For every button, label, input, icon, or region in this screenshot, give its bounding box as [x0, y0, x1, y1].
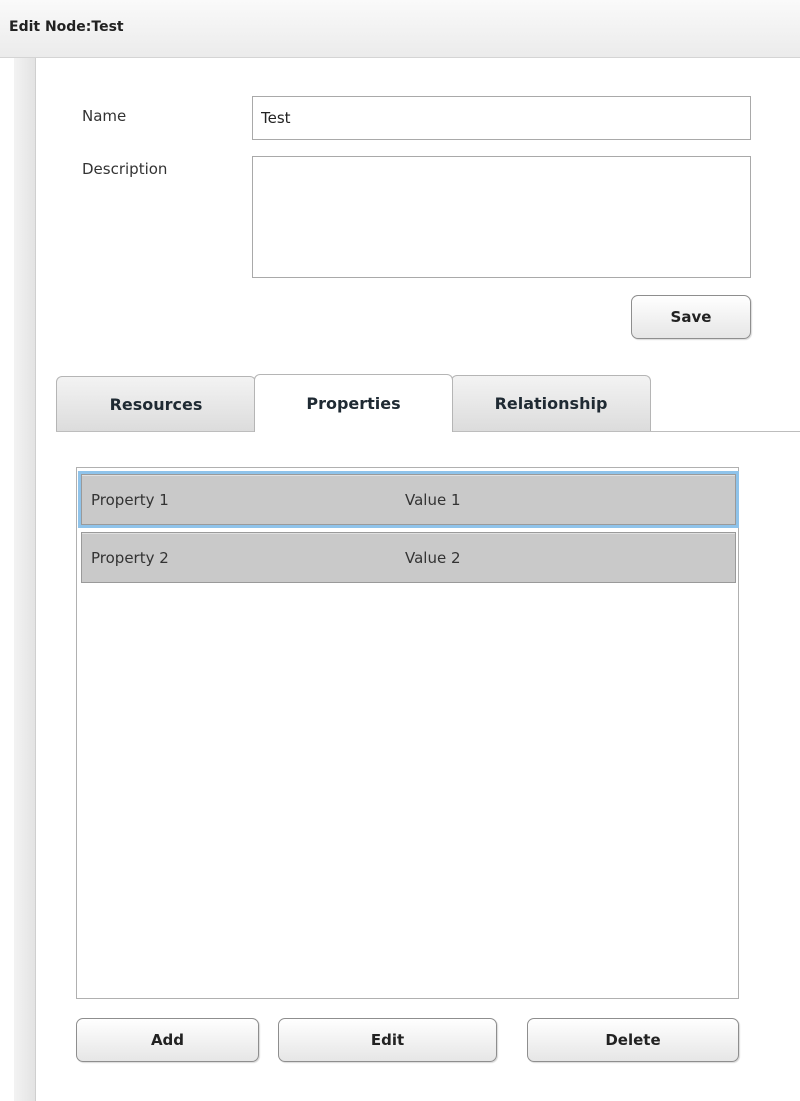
tab-properties[interactable]: Properties [254, 374, 453, 432]
property-value: Value 2 [405, 549, 461, 567]
property-name: Property 1 [91, 491, 169, 509]
description-label: Description [82, 160, 168, 178]
delete-button[interactable]: Delete [527, 1018, 739, 1062]
property-row[interactable]: Property 2 Value 2 [81, 532, 736, 583]
properties-list[interactable]: Property 1 Value 1 Property 2 Value 2 [76, 467, 739, 999]
add-button[interactable]: Add [76, 1018, 259, 1062]
window-titlebar: Edit Node:Test [0, 0, 800, 58]
edit-button[interactable]: Edit [278, 1018, 497, 1062]
window-title: Edit Node:Test [9, 19, 124, 35]
tab-relationship[interactable]: Relationship [451, 375, 651, 431]
left-panel-rule [14, 58, 36, 1101]
property-value: Value 1 [405, 491, 461, 509]
name-input[interactable] [252, 96, 751, 140]
description-input[interactable] [252, 156, 751, 278]
edit-node-window: Edit Node:Test Name Description Save Res… [0, 0, 800, 1101]
property-row[interactable]: Property 1 Value 1 [78, 471, 739, 528]
tab-resources[interactable]: Resources [56, 376, 256, 431]
property-name: Property 2 [91, 549, 169, 567]
name-label: Name [82, 107, 127, 125]
save-button[interactable]: Save [631, 295, 751, 339]
